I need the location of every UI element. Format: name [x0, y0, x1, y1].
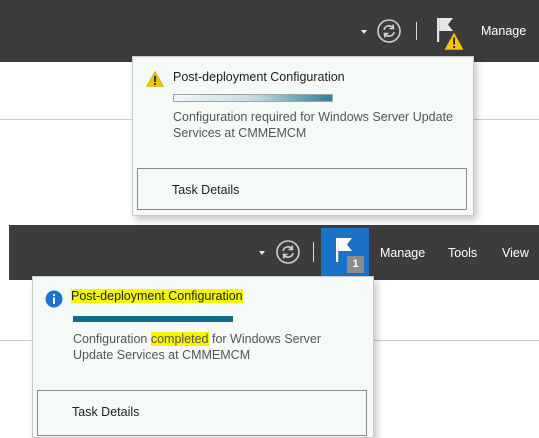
bottom-progress-bar — [73, 316, 233, 322]
top-toolbar-separator — [416, 22, 417, 40]
bottom-menu-tools[interactable]: Tools — [448, 246, 477, 260]
top-task-details-button[interactable]: Task Details — [137, 168, 467, 210]
top-dropdown-caret-icon[interactable] — [361, 30, 367, 34]
top-progress-bar — [173, 94, 333, 102]
bottom-notifications-flag-button[interactable]: 1 — [321, 228, 369, 277]
bottom-task-details-label: Task Details — [72, 405, 140, 419]
top-notification-message: Configuration required for Windows Serve… — [173, 110, 453, 140]
top-notification-title[interactable]: Post-deployment Configuration — [173, 70, 345, 84]
top-manage-menu[interactable]: Manage — [481, 24, 526, 38]
bottom-toolbar-separator — [313, 242, 314, 262]
message-highlight-completed: completed — [150, 332, 209, 346]
bottom-menu-view[interactable]: View — [502, 246, 529, 260]
top-notification-panel: Post-deployment Configuration Configurat… — [132, 56, 474, 216]
bottom-task-details-button[interactable]: Task Details — [37, 390, 367, 436]
top-task-details-label: Task Details — [172, 183, 240, 197]
top-flag-warning-icon[interactable] — [433, 15, 467, 53]
notification-count: 1 — [352, 258, 359, 270]
notification-count-badge: 1 — [347, 256, 364, 273]
warning-triangle-icon — [146, 71, 164, 87]
message-part-1: Configuration — [73, 332, 151, 346]
bottom-notification-message: Configuration completed for Windows Serv… — [73, 331, 363, 363]
bottom-menu-manage[interactable]: Manage — [380, 246, 425, 260]
highlighted-title: Post-deployment Configuration — [71, 289, 243, 303]
info-circle-icon — [45, 290, 63, 308]
top-refresh-icon[interactable] — [377, 19, 401, 43]
bottom-refresh-icon[interactable] — [276, 240, 300, 264]
bottom-dropdown-caret-icon[interactable] — [259, 251, 265, 255]
bottom-notification-title[interactable]: Post-deployment Configuration — [71, 289, 243, 303]
bottom-notification-panel: Post-deployment Configuration Configurat… — [32, 276, 374, 438]
